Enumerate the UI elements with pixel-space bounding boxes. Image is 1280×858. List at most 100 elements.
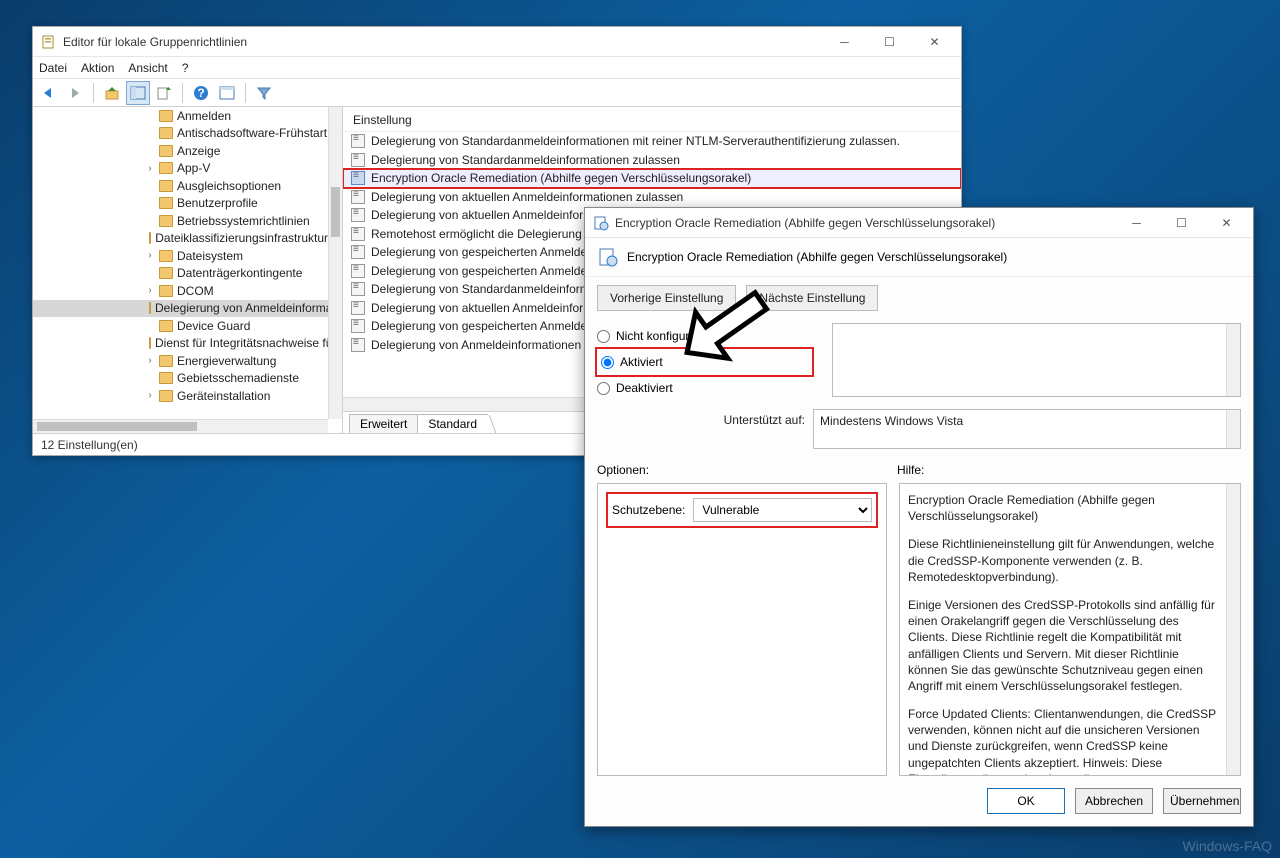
tree-item[interactable]: Anzeige: [33, 142, 328, 160]
help-paragraph: Force Updated Clients: Clientanwendungen…: [908, 706, 1220, 776]
help-paragraph: Encryption Oracle Remediation (Abhilfe g…: [908, 492, 1220, 524]
setting-icon: [351, 227, 365, 241]
up-button[interactable]: [100, 81, 124, 105]
folder-icon: [159, 390, 173, 402]
minimize-button[interactable]: ─: [822, 28, 867, 56]
tree-horizontal-scrollbar[interactable]: [33, 419, 328, 433]
folder-icon: [159, 162, 173, 174]
help-paragraph: Einige Versionen des CredSSP-Protokolls …: [908, 597, 1220, 694]
ok-button[interactable]: OK: [987, 788, 1065, 814]
help-scrollbar[interactable]: [1226, 484, 1240, 775]
folder-icon: [159, 215, 173, 227]
setting-icon: [351, 190, 365, 204]
gpe-titlebar: Editor für lokale Gruppenrichtlinien ─ ☐…: [33, 27, 961, 57]
setting-icon: [351, 282, 365, 296]
cancel-button[interactable]: Abbrechen: [1075, 788, 1153, 814]
menu-view[interactable]: Ansicht: [128, 61, 167, 75]
dialog-maximize-button[interactable]: ☐: [1159, 209, 1204, 237]
tree-item[interactable]: Antischadsoftware-Frühstart: [33, 125, 328, 143]
tree-vertical-scrollbar[interactable]: [328, 107, 342, 419]
maximize-button[interactable]: ☐: [867, 28, 912, 56]
dialog-titlebar: Encryption Oracle Remediation (Abhilfe g…: [585, 208, 1253, 238]
folder-icon: [159, 250, 173, 262]
folder-icon: [159, 197, 173, 209]
dialog-heading-row: Encryption Oracle Remediation (Abhilfe g…: [585, 238, 1253, 277]
gpe-title: Editor für lokale Gruppenrichtlinien: [63, 35, 822, 49]
setting-row[interactable]: Encryption Oracle Remediation (Abhilfe g…: [343, 169, 961, 188]
folder-icon: [159, 145, 173, 157]
folder-icon: [159, 285, 173, 297]
tab-extended[interactable]: Erweitert: [349, 414, 418, 433]
tree-item[interactable]: Dateiklassifizierungsinfrastruktur: [33, 230, 328, 248]
close-button[interactable]: ✕: [912, 28, 957, 56]
svg-text:?: ?: [197, 86, 204, 100]
folder-icon: [159, 110, 173, 122]
tree-item[interactable]: Device Guard: [33, 317, 328, 335]
menu-file[interactable]: Datei: [39, 61, 67, 75]
policy-dialog: Encryption Oracle Remediation (Abhilfe g…: [584, 207, 1254, 827]
back-button[interactable]: [37, 81, 61, 105]
schutzebene-row: Schutzebene: Vulnerable: [608, 494, 876, 526]
column-header-setting[interactable]: Einstellung: [343, 107, 961, 132]
policy-icon: [593, 215, 609, 231]
menu-help[interactable]: ?: [182, 61, 189, 75]
tree-item[interactable]: Ausgleichsoptionen: [33, 177, 328, 195]
folder-icon: [159, 180, 173, 192]
setting-icon: [351, 319, 365, 333]
comment-textarea[interactable]: [832, 323, 1241, 397]
dialog-close-button[interactable]: ✕: [1204, 209, 1249, 237]
setting-icon: [351, 338, 365, 352]
help-box: Encryption Oracle Remediation (Abhilfe g…: [899, 483, 1241, 776]
radio-not-configured[interactable]: Nicht konfiguriert: [597, 323, 812, 349]
tree-item[interactable]: ›Energieverwaltung: [33, 352, 328, 370]
properties-button[interactable]: [215, 81, 239, 105]
tree-item[interactable]: Anmelden: [33, 107, 328, 125]
tab-standard[interactable]: Standard: [417, 414, 488, 433]
state-radio-group: Nicht konfiguriert Aktiviert Deaktiviert: [597, 323, 812, 401]
setting-icon: [351, 208, 365, 222]
export-button[interactable]: [152, 81, 176, 105]
previous-setting-button[interactable]: Vorherige Einstellung: [597, 285, 736, 311]
folder-icon: [159, 372, 173, 384]
tree-item[interactable]: ›App-V: [33, 160, 328, 178]
options-box: Schutzebene: Vulnerable: [597, 483, 887, 776]
filter-button[interactable]: [252, 81, 276, 105]
setting-icon: [351, 153, 365, 167]
dialog-minimize-button[interactable]: ─: [1114, 209, 1159, 237]
tree-item[interactable]: Dienst für Integritätsnachweise für Gerä…: [33, 335, 328, 353]
apply-button[interactable]: Übernehmen: [1163, 788, 1241, 814]
tree-item[interactable]: Datenträgerkontingente: [33, 265, 328, 283]
folder-icon: [149, 337, 151, 349]
radio-disabled[interactable]: Deaktiviert: [597, 375, 812, 401]
tree-item[interactable]: Betriebssystemrichtlinien: [33, 212, 328, 230]
folder-icon: [149, 232, 151, 244]
setting-row[interactable]: Delegierung von Standardanmeldeinformati…: [343, 151, 961, 170]
dialog-title: Encryption Oracle Remediation (Abhilfe g…: [615, 216, 1114, 230]
setting-row[interactable]: Delegierung von aktuellen Anmeldeinforma…: [343, 188, 961, 207]
folder-icon: [159, 355, 173, 367]
menu-action[interactable]: Aktion: [81, 61, 114, 75]
tree-item[interactable]: ›DCOM: [33, 282, 328, 300]
gpe-app-icon: [41, 34, 57, 50]
schutzebene-label: Schutzebene:: [612, 503, 685, 517]
forward-button[interactable]: [63, 81, 87, 105]
gpe-menubar: Datei Aktion Ansicht ?: [33, 57, 961, 79]
dialog-heading: Encryption Oracle Remediation (Abhilfe g…: [627, 250, 1007, 264]
supported-on-label: Unterstützt auf:: [597, 409, 805, 427]
schutzebene-select[interactable]: Vulnerable: [693, 498, 872, 522]
gpe-toolbar: ?: [33, 79, 961, 107]
tree-item[interactable]: Delegierung von Anmeldeinformationen: [33, 300, 328, 318]
folder-icon: [149, 302, 151, 314]
show-hide-tree-button[interactable]: [126, 81, 150, 105]
radio-enabled[interactable]: Aktiviert: [597, 349, 812, 375]
setting-icon: [351, 171, 365, 185]
tree-item[interactable]: Benutzerprofile: [33, 195, 328, 213]
setting-row[interactable]: Delegierung von Standardanmeldeinformati…: [343, 132, 961, 151]
tree-item[interactable]: ›Geräteinstallation: [33, 387, 328, 405]
setting-icon: [351, 264, 365, 278]
tree-item[interactable]: Gebietsschemadienste: [33, 370, 328, 388]
tree-item[interactable]: ›Dateisystem: [33, 247, 328, 265]
help-button[interactable]: ?: [189, 81, 213, 105]
next-setting-button[interactable]: Nächste Einstellung: [746, 285, 878, 311]
supported-on-value: Mindestens Windows Vista: [813, 409, 1241, 449]
